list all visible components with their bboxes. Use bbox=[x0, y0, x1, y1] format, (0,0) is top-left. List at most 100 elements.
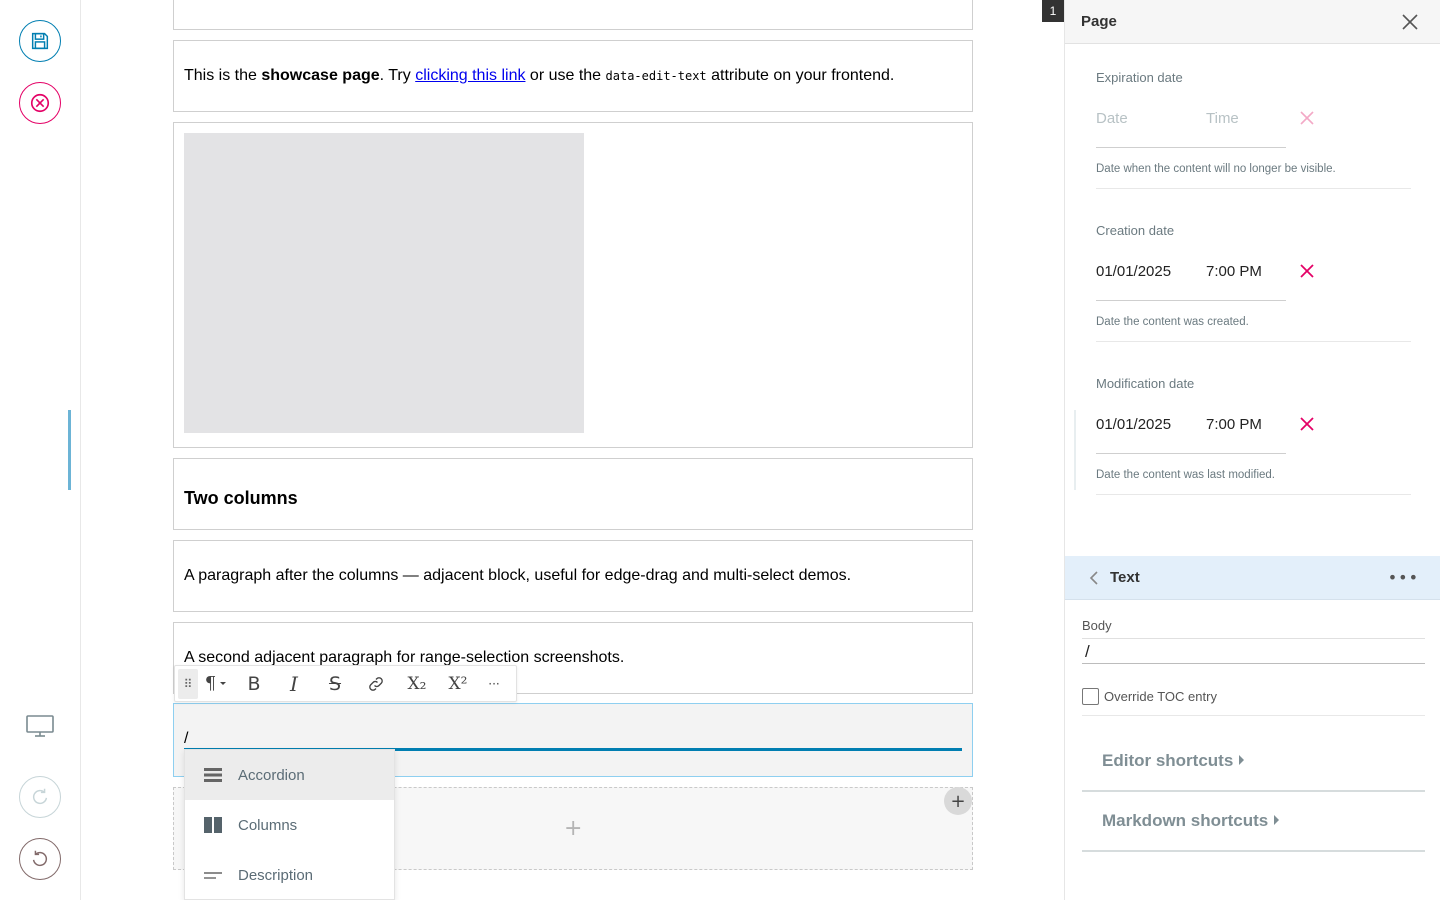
slash-menu-item-columns[interactable]: Columns bbox=[185, 800, 394, 850]
showcase-link[interactable]: clicking this link bbox=[415, 67, 525, 84]
paragraph-text: or use the bbox=[525, 67, 606, 84]
time-input[interactable]: 7:00 PM bbox=[1206, 263, 1262, 280]
expiration-date-field: Expiration date Date Time Date when the … bbox=[1096, 70, 1411, 190]
clear-date-icon[interactable] bbox=[1299, 110, 1315, 126]
cancel-button[interactable] bbox=[19, 82, 61, 124]
caret-right-icon bbox=[1239, 755, 1245, 765]
floppy-disk-icon bbox=[31, 32, 49, 50]
paragraph-text: A second adjacent paragraph for range-se… bbox=[184, 649, 625, 666]
field-help: Date the content was created. bbox=[1096, 316, 1249, 328]
close-circle-icon bbox=[30, 93, 50, 113]
slash-menu-item-label: Accordion bbox=[238, 766, 305, 784]
body-input[interactable]: / bbox=[1082, 638, 1425, 664]
sidebar: Page Expiration date Date Time Date when… bbox=[1064, 0, 1440, 900]
heading-text: Two columns bbox=[184, 488, 298, 508]
columns-icon bbox=[204, 817, 222, 833]
text-block-header: Text ••• bbox=[1065, 556, 1440, 600]
chevron-down-icon bbox=[220, 681, 227, 685]
accordion-title-text: Markdown shortcuts bbox=[1102, 811, 1269, 830]
modification-date-input[interactable]: 01/01/2025 7:00 PM bbox=[1096, 410, 1314, 454]
image-block[interactable] bbox=[173, 122, 973, 448]
paragraph-text: . Try bbox=[379, 67, 416, 84]
close-icon[interactable] bbox=[1401, 13, 1419, 31]
italic-button[interactable]: I bbox=[274, 669, 314, 699]
content-block[interactable] bbox=[173, 0, 973, 30]
body-field-label: Body bbox=[1082, 618, 1112, 633]
slash-menu-item-label: Columns bbox=[238, 816, 298, 834]
slash-menu-item-accordion[interactable]: Accordion bbox=[185, 750, 394, 800]
field-label: Expiration date bbox=[1096, 70, 1183, 85]
pilcrow-icon: ¶ bbox=[204, 673, 217, 694]
override-toc-row: Override TOC entry bbox=[1082, 688, 1425, 716]
field-divider bbox=[1096, 341, 1411, 342]
monitor-icon[interactable] bbox=[26, 714, 54, 738]
bold-icon: B bbox=[247, 672, 261, 695]
accordion-title: Editor shortcuts bbox=[1102, 751, 1245, 771]
save-button[interactable] bbox=[19, 20, 61, 62]
time-input[interactable]: 7:00 PM bbox=[1206, 416, 1262, 433]
superscript-button[interactable]: X² bbox=[438, 669, 478, 699]
field-label: Creation date bbox=[1096, 223, 1175, 238]
paragraph-style-button[interactable]: ¶ bbox=[198, 669, 234, 699]
paragraph-text: A paragraph after the columns — adjacent… bbox=[184, 567, 852, 584]
editor-shortcuts-accordion[interactable]: Editor shortcuts bbox=[1082, 731, 1425, 792]
undo-icon bbox=[32, 850, 48, 867]
redo-button[interactable] bbox=[19, 776, 61, 818]
override-toc-label: Override TOC entry bbox=[1104, 689, 1217, 704]
add-block-plus-icon[interactable]: + bbox=[564, 816, 582, 841]
more-options-icon[interactable]: ••• bbox=[1388, 568, 1419, 587]
field-divider bbox=[1096, 188, 1411, 189]
heading-block[interactable]: Two columns bbox=[173, 458, 973, 530]
description-icon bbox=[204, 872, 222, 879]
date-input[interactable]: Date bbox=[1096, 110, 1128, 127]
italic-icon: I bbox=[290, 671, 298, 696]
link-icon bbox=[369, 676, 383, 691]
accordion-icon bbox=[204, 768, 222, 782]
bold-button[interactable]: B bbox=[234, 669, 274, 699]
strikethrough-icon: S bbox=[328, 672, 342, 695]
bold-text: showcase page bbox=[261, 67, 380, 84]
slash-command-menu: Accordion Columns Description bbox=[184, 749, 395, 900]
field-help: Date the content was last modified. bbox=[1096, 469, 1275, 481]
field-divider bbox=[1096, 494, 1411, 495]
accordion-title: Markdown shortcuts bbox=[1102, 811, 1280, 831]
creation-date-field: Creation date 01/01/2025 7:00 PM Date th… bbox=[1096, 223, 1411, 343]
date-input[interactable]: 01/01/2025 bbox=[1096, 263, 1171, 280]
more-icon: ··· bbox=[488, 676, 500, 691]
text-block-title: Text bbox=[1110, 569, 1140, 586]
editor-canvas: This is the showcase page. Try clicking … bbox=[82, 0, 1064, 900]
add-block-button[interactable]: + bbox=[944, 787, 972, 815]
slash-menu-item-description[interactable]: Description bbox=[185, 850, 394, 900]
sidebar-scroll-indicator bbox=[1074, 410, 1076, 490]
left-toolbar bbox=[0, 0, 81, 900]
subscript-button[interactable]: X₂ bbox=[396, 669, 438, 699]
sidebar-badge: 1 bbox=[1042, 0, 1064, 22]
link-button[interactable] bbox=[356, 669, 396, 699]
creation-date-input[interactable]: 01/01/2025 7:00 PM bbox=[1096, 257, 1314, 301]
date-input[interactable]: 01/01/2025 bbox=[1096, 416, 1171, 433]
slash-command-text[interactable]: / bbox=[184, 730, 188, 748]
undo-button[interactable] bbox=[19, 838, 61, 880]
expiration-date-input[interactable]: Date Time bbox=[1096, 104, 1314, 148]
strikethrough-button[interactable]: S bbox=[314, 669, 356, 699]
more-button[interactable]: ··· bbox=[478, 669, 510, 699]
override-toc-checkbox[interactable] bbox=[1082, 688, 1099, 705]
sidebar-header: Page bbox=[1065, 0, 1440, 44]
clear-date-icon[interactable] bbox=[1299, 416, 1315, 432]
superscript-icon: X² bbox=[448, 673, 468, 694]
caret-right-icon bbox=[1274, 815, 1280, 825]
clear-date-icon[interactable] bbox=[1299, 263, 1315, 279]
scroll-indicator bbox=[68, 410, 71, 490]
time-input[interactable]: Time bbox=[1206, 110, 1239, 127]
sidebar-title: Page bbox=[1081, 13, 1117, 30]
showcase-paragraph-block[interactable]: This is the showcase page. Try clicking … bbox=[173, 40, 973, 112]
redo-icon bbox=[32, 788, 48, 805]
paragraph-text: attribute on your frontend. bbox=[706, 67, 895, 84]
slash-menu-item-label: Description bbox=[238, 866, 314, 884]
drag-handle-icon[interactable]: ⠿ bbox=[178, 668, 198, 699]
chevron-left-icon[interactable] bbox=[1087, 570, 1101, 586]
accordion-title-text: Editor shortcuts bbox=[1102, 751, 1234, 770]
paragraph-block[interactable]: A paragraph after the columns — adjacent… bbox=[173, 540, 973, 612]
field-help: Date when the content will no longer be … bbox=[1096, 163, 1336, 175]
markdown-shortcuts-accordion[interactable]: Markdown shortcuts bbox=[1082, 791, 1425, 852]
